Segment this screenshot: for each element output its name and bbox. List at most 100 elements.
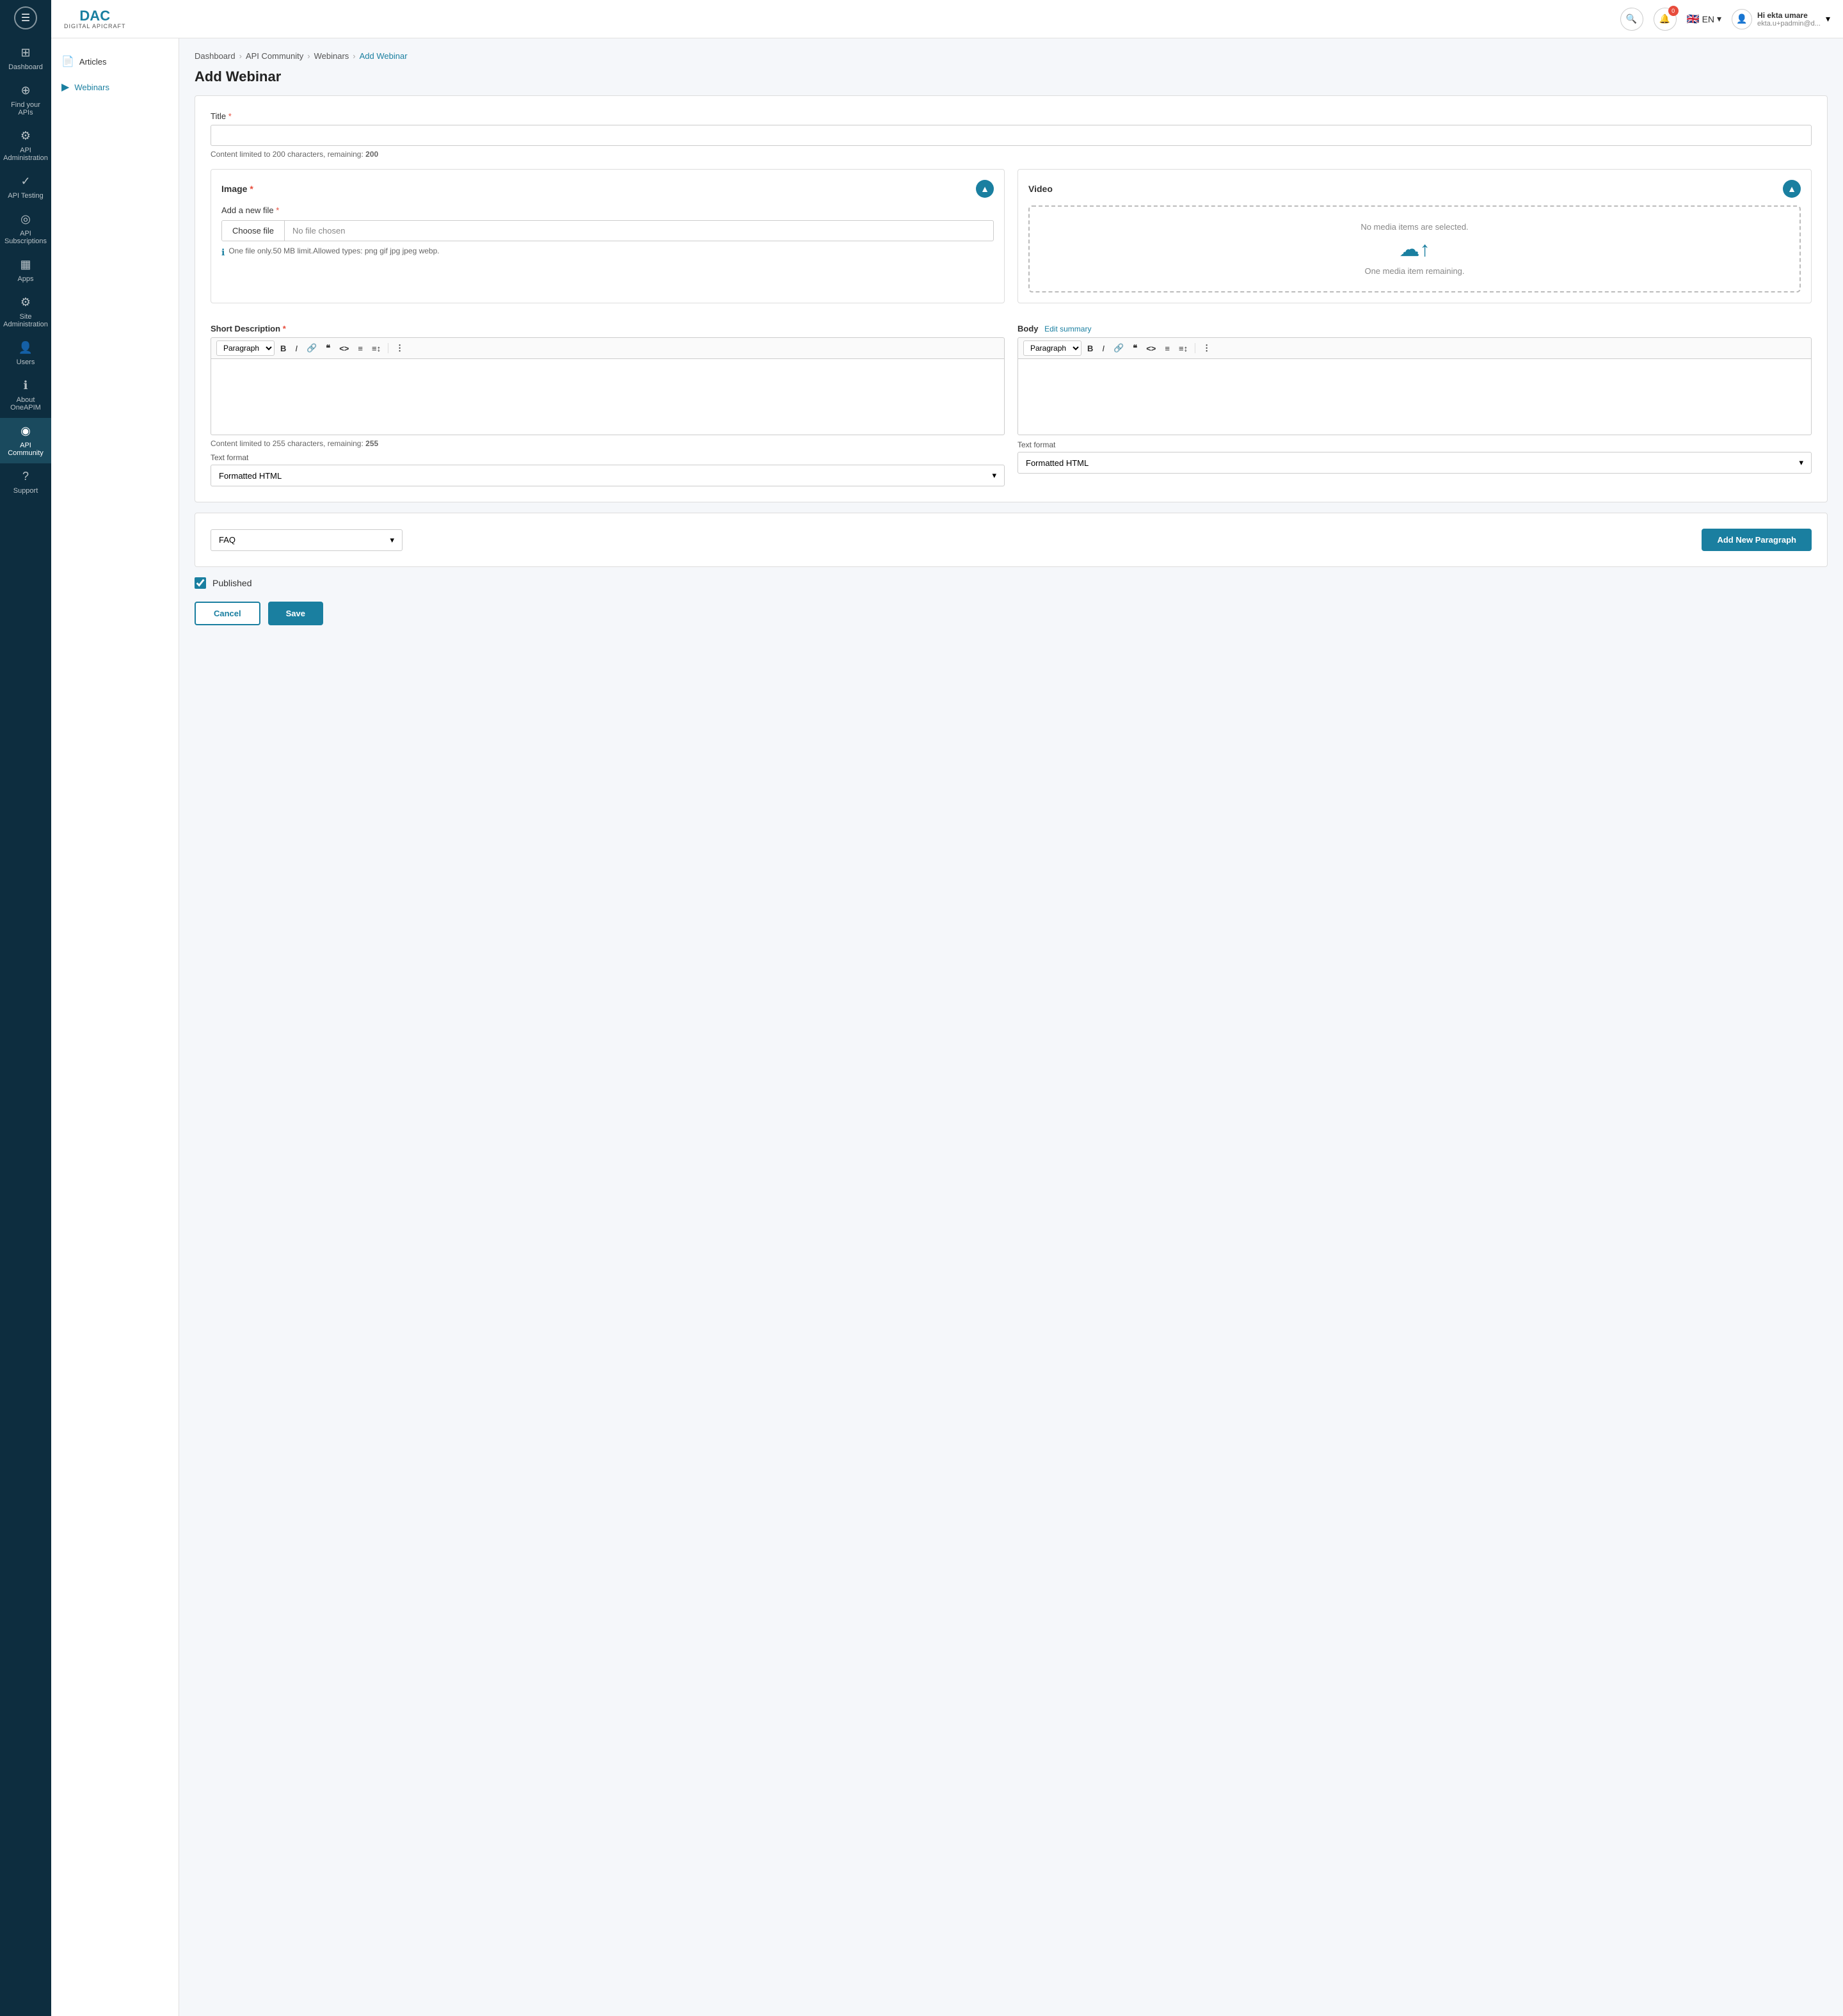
sidebar-item-api-subscriptions[interactable]: ◎ API Subscriptions	[0, 206, 51, 252]
chevron-down-icon: ▾	[1826, 13, 1830, 24]
topnav-right: 🔍 🔔 0 🇬🇧 EN ▾ 👤 Hi ekta umare ekta.u+pad…	[1620, 8, 1830, 31]
short-desc-code-button[interactable]: <>	[336, 342, 352, 355]
title-label: Title *	[211, 111, 1812, 121]
body-editor[interactable]	[1017, 358, 1812, 435]
choose-file-button[interactable]: Choose file	[222, 221, 285, 241]
sidebar-item-label: API Administration	[3, 147, 48, 162]
left-nav-articles[interactable]: 📄 Articles	[51, 49, 179, 74]
sidebar-item-about-oneapim[interactable]: ℹ About OneAPIM	[0, 372, 51, 418]
api-testing-icon: ✓	[20, 175, 30, 188]
cancel-button[interactable]: Cancel	[195, 602, 260, 625]
video-drop-area[interactable]: No media items are selected. ☁↑ One medi…	[1028, 205, 1801, 292]
sidebar-item-site-admin[interactable]: ⚙ Site Administration	[0, 289, 51, 335]
avatar: 👤	[1732, 9, 1752, 29]
hamburger-button[interactable]: ☰	[14, 6, 37, 29]
sidebar-item-api-admin[interactable]: ⚙ API Administration	[0, 123, 51, 168]
chevron-down-icon: ▾	[390, 535, 394, 545]
action-row: Cancel Save	[195, 602, 1828, 625]
short-desc-more-button[interactable]: ⋮	[392, 341, 407, 355]
sidebar-item-label: API Subscriptions	[4, 230, 47, 245]
about-icon: ℹ	[24, 379, 28, 392]
published-label: Published	[212, 578, 252, 588]
short-desc-title: Short Description *	[211, 324, 1005, 333]
body-link-button[interactable]: 🔗	[1110, 341, 1127, 355]
breadcrumb-sep: ›	[239, 51, 242, 61]
short-desc-quote-button[interactable]: ❝	[323, 341, 333, 355]
page-title: Add Webinar	[195, 68, 1828, 85]
main-form-card: Title * Content limited to 200 character…	[195, 95, 1828, 502]
breadcrumb-dashboard[interactable]: Dashboard	[195, 51, 235, 61]
left-nav-webinars[interactable]: ▶ Webinars	[51, 74, 179, 100]
body-italic-button[interactable]: I	[1099, 342, 1108, 355]
file-input-row: Choose file No file chosen	[221, 220, 994, 241]
short-desc-list-ol-button[interactable]: ≡↕	[369, 342, 384, 355]
sidebar-item-label: Dashboard	[8, 63, 43, 71]
support-icon: ?	[22, 470, 29, 483]
page-content: Dashboard › API Community › Webinars › A…	[179, 38, 1843, 2016]
title-input[interactable]	[211, 125, 1812, 146]
image-section-toggle[interactable]: ▲	[976, 180, 994, 198]
required-indicator: *	[228, 111, 232, 121]
body-code-button[interactable]: <>	[1143, 342, 1159, 355]
body-quote-button[interactable]: ❝	[1129, 341, 1140, 355]
published-checkbox[interactable]	[195, 577, 206, 589]
body-text-format-label: Text format	[1017, 440, 1812, 449]
body-list-ul-button[interactable]: ≡	[1161, 342, 1173, 355]
sidebar-item-api-testing[interactable]: ✓ API Testing	[0, 168, 51, 206]
short-desc-bold-button[interactable]: B	[277, 342, 289, 355]
language-selector[interactable]: 🇬🇧 EN ▾	[1687, 13, 1721, 26]
body-list-ol-button[interactable]: ≡↕	[1176, 342, 1191, 355]
sidebar-item-api-community[interactable]: ◉ API Community	[0, 418, 51, 463]
sidebar: ☰ ⊞ Dashboard ⊕ Find your APIs ⚙ API Adm…	[0, 0, 51, 2016]
sidebar-item-apps[interactable]: ▦ Apps	[0, 252, 51, 289]
user-info: Hi ekta umare ekta.u+padmin@d...	[1757, 11, 1821, 28]
body-more-button[interactable]: ⋮	[1199, 341, 1214, 355]
chevron-down-icon: ▾	[1717, 13, 1721, 24]
search-button[interactable]: 🔍	[1620, 8, 1643, 31]
breadcrumb-sep: ›	[353, 51, 355, 61]
video-section-toggle[interactable]: ▲	[1783, 180, 1801, 198]
webinars-icon: ▶	[61, 81, 69, 93]
short-desc-format-select[interactable]: Paragraph	[216, 340, 275, 356]
sidebar-item-users[interactable]: 👤 Users	[0, 335, 51, 372]
body-format-select[interactable]: Paragraph	[1023, 340, 1081, 356]
sidebar-item-label: About OneAPIM	[4, 396, 47, 412]
chevron-down-icon: ▾	[1799, 458, 1803, 468]
sidebar-item-find-apis[interactable]: ⊕ Find your APIs	[0, 77, 51, 123]
sidebar-item-dashboard[interactable]: ⊞ Dashboard	[0, 40, 51, 77]
breadcrumb: Dashboard › API Community › Webinars › A…	[195, 51, 1828, 61]
short-desc-text-format-label: Text format	[211, 453, 1005, 462]
body-bold-button[interactable]: B	[1084, 342, 1096, 355]
short-desc-italic-button[interactable]: I	[292, 342, 301, 355]
video-section: Video ▲ No media items are selected. ☁↑ …	[1017, 169, 1812, 303]
short-desc-list-ul-button[interactable]: ≡	[355, 342, 366, 355]
body-text-format-select[interactable]: Formatted HTML ▾	[1017, 452, 1812, 474]
image-section: Image * ▲ Add a new file *	[211, 169, 1005, 303]
sidebar-item-label: Users	[17, 358, 35, 366]
notification-icon: 🔔	[1659, 13, 1670, 24]
edit-summary-link[interactable]: Edit summary	[1044, 324, 1091, 333]
save-button[interactable]: Save	[268, 602, 323, 625]
logo-sub: DIGITAL APICRAFT	[64, 23, 126, 29]
api-subscriptions-icon: ◎	[20, 212, 31, 226]
faq-row: FAQ ▾ Add New Paragraph	[211, 529, 1812, 551]
sidebar-item-label: Apps	[17, 275, 33, 283]
faq-select[interactable]: FAQ ▾	[211, 529, 403, 551]
chevron-up-icon: ▲	[1787, 184, 1796, 194]
left-nav-articles-label: Articles	[79, 57, 107, 67]
info-icon: ℹ	[221, 247, 225, 258]
short-desc-section: Short Description * Paragraph B I 🔗 ❝ <>…	[211, 324, 1005, 486]
sidebar-item-label: API Community	[4, 442, 47, 457]
articles-icon: 📄	[61, 55, 74, 68]
breadcrumb-api-community[interactable]: API Community	[246, 51, 303, 61]
user-menu[interactable]: 👤 Hi ekta umare ekta.u+padmin@d... ▾	[1732, 9, 1830, 29]
chevron-down-icon: ▾	[992, 470, 996, 481]
sidebar-item-support[interactable]: ? Support	[0, 463, 51, 501]
breadcrumb-webinars[interactable]: Webinars	[314, 51, 349, 61]
short-desc-editor[interactable]	[211, 358, 1005, 435]
short-desc-link-button[interactable]: 🔗	[303, 341, 320, 355]
short-desc-text-format-select[interactable]: Formatted HTML ▾	[211, 465, 1005, 486]
notification-button[interactable]: 🔔 0	[1654, 8, 1677, 31]
add-paragraph-button[interactable]: Add New Paragraph	[1702, 529, 1812, 551]
published-section: Published	[195, 577, 1828, 589]
